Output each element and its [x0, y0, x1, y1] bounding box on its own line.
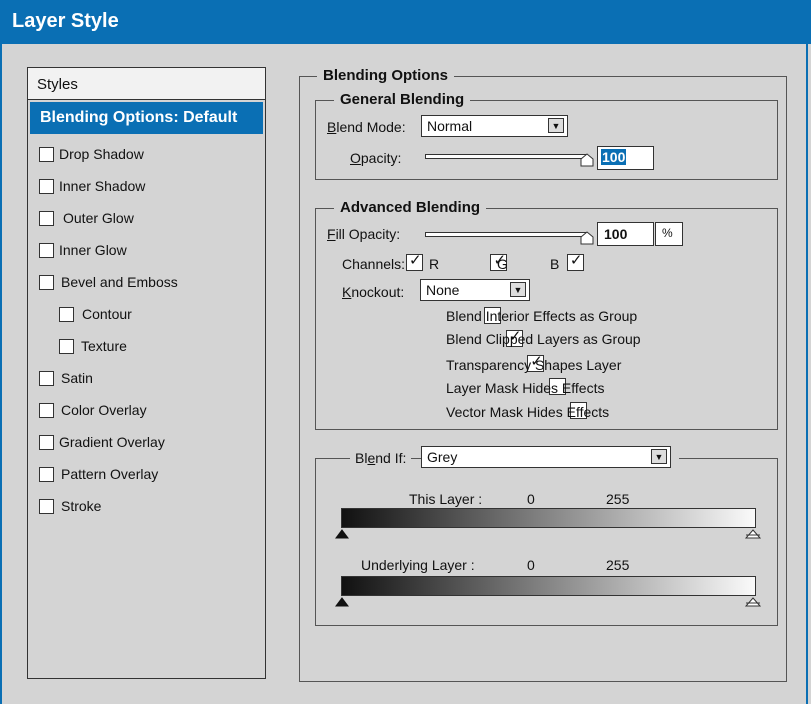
- underlying-layer-min: 0: [527, 557, 535, 573]
- this-layer-black-marker-icon[interactable]: [335, 529, 349, 539]
- style-item-label: Blending Options: Default: [40, 109, 238, 126]
- general-blending-title: General Blending: [334, 91, 471, 108]
- fill-opacity-label: Fill Opacity:: [327, 226, 401, 242]
- blend-mode-label: Blend Mode:: [327, 119, 406, 135]
- check-icon: ✓: [409, 252, 422, 270]
- blend-mode-label-rest: lend Mode:: [336, 119, 406, 135]
- contour-checkbox[interactable]: [59, 307, 74, 322]
- this-layer-white-marker-icon[interactable]: [745, 529, 761, 539]
- fill-opacity-slider[interactable]: [425, 232, 588, 237]
- styles-header: Styles: [28, 68, 265, 100]
- styles-panel: Styles Blending Options: Default Drop Sh…: [27, 67, 266, 679]
- knockout-value: None: [426, 282, 460, 298]
- texture-checkbox[interactable]: [59, 339, 74, 354]
- drop-shadow-checkbox[interactable]: [39, 147, 54, 162]
- satin-checkbox[interactable]: [39, 371, 54, 386]
- channels-label: Channels:: [342, 256, 406, 272]
- blending-options-title: Blending Options: [317, 67, 454, 84]
- this-layer-max: 255: [606, 491, 630, 507]
- underlying-white-marker-icon[interactable]: [745, 597, 761, 607]
- style-item-label: Outer Glow: [63, 210, 134, 226]
- blend-interior-label: Blend Interior Effects as Group: [446, 308, 638, 324]
- knockout-label: Knockout:: [342, 284, 405, 300]
- underlying-layer-gradient: [341, 576, 756, 596]
- inner-glow-checkbox[interactable]: [39, 243, 54, 258]
- blend-mode-select[interactable]: Normal ▼: [421, 115, 568, 137]
- underlying-black-marker-icon[interactable]: [335, 597, 349, 607]
- title-bar: Layer Style: [0, 0, 811, 44]
- blend-if-select[interactable]: Grey ▼: [421, 446, 671, 468]
- percent-box: %: [655, 222, 683, 246]
- this-layer-gradient: [341, 508, 756, 528]
- fill-opacity-value: 100: [604, 226, 628, 242]
- channel-g-label: G: [497, 256, 508, 272]
- opacity-slider-thumb-icon[interactable]: [580, 153, 594, 167]
- blend-clipped-label: Blend Clipped Layers as Group: [446, 331, 641, 347]
- fill-opacity-slider-thumb-icon[interactable]: [580, 231, 594, 245]
- blend-if-label: Blend If:: [350, 450, 412, 466]
- dialog-title: Layer Style: [12, 10, 119, 32]
- style-item-label: Bevel and Emboss: [61, 274, 178, 290]
- fill-opacity-input[interactable]: 100: [597, 222, 654, 246]
- this-layer-label: This Layer :: [409, 491, 483, 507]
- pattern-overlay-checkbox[interactable]: [39, 467, 54, 482]
- advanced-blending-title: Advanced Blending: [334, 199, 487, 216]
- channel-r-label: R: [429, 256, 440, 272]
- underlying-layer-label: Underlying Layer :: [361, 557, 475, 573]
- style-item-label: Pattern Overlay: [61, 466, 159, 482]
- channel-b-label: B: [550, 256, 560, 272]
- blend-mode-value: Normal: [427, 118, 473, 134]
- general-blending-group: [315, 100, 778, 180]
- channel-b-checkbox[interactable]: ✓: [566, 252, 584, 272]
- blend-if-title-gap: [671, 446, 679, 470]
- inner-shadow-checkbox[interactable]: [39, 179, 54, 194]
- gradient-overlay-checkbox[interactable]: [39, 435, 54, 450]
- transparency-shapes-label: Transparency Shapes Layer: [446, 357, 622, 373]
- underlying-layer-max: 255: [606, 557, 630, 573]
- style-item-label: Texture: [81, 338, 127, 354]
- blend-if-group: [315, 458, 778, 626]
- color-overlay-checkbox[interactable]: [39, 403, 54, 418]
- opacity-input[interactable]: 100: [597, 146, 654, 170]
- stroke-checkbox[interactable]: [39, 499, 54, 514]
- layer-mask-hides-label: Layer Mask Hides Effects: [446, 380, 605, 396]
- channel-r-checkbox[interactable]: ✓: [406, 252, 423, 272]
- triangle-down-icon: ▼: [548, 118, 564, 133]
- style-item-label: Drop Shadow: [59, 146, 144, 162]
- style-item-label: Inner Shadow: [59, 178, 146, 194]
- opacity-label: Opacity:: [350, 150, 402, 166]
- vector-mask-hides-label: Vector Mask Hides Effects: [446, 404, 610, 420]
- triangle-down-icon: ▼: [651, 449, 667, 464]
- triangle-down-icon: ▼: [510, 282, 526, 297]
- bevel-emboss-checkbox[interactable]: [39, 275, 54, 290]
- blend-if-value: Grey: [427, 449, 458, 465]
- style-item-label: Satin: [61, 370, 93, 386]
- percent-label: %: [662, 226, 673, 240]
- style-item-blending-options[interactable]: Blending Options: Default: [30, 102, 263, 134]
- style-item-label: Contour: [82, 306, 132, 322]
- style-item-label: Inner Glow: [59, 242, 127, 258]
- style-item-label: Stroke: [61, 498, 102, 514]
- styles-header-label: Styles: [37, 76, 78, 93]
- check-icon: ✓: [569, 252, 583, 270]
- knockout-select[interactable]: None ▼: [420, 279, 530, 301]
- style-item-label: Gradient Overlay: [59, 434, 165, 450]
- opacity-value: 100: [601, 149, 627, 165]
- outer-glow-checkbox[interactable]: [39, 211, 54, 226]
- opacity-slider[interactable]: [425, 154, 588, 159]
- this-layer-min: 0: [527, 491, 535, 507]
- style-item-label: Color Overlay: [61, 402, 147, 418]
